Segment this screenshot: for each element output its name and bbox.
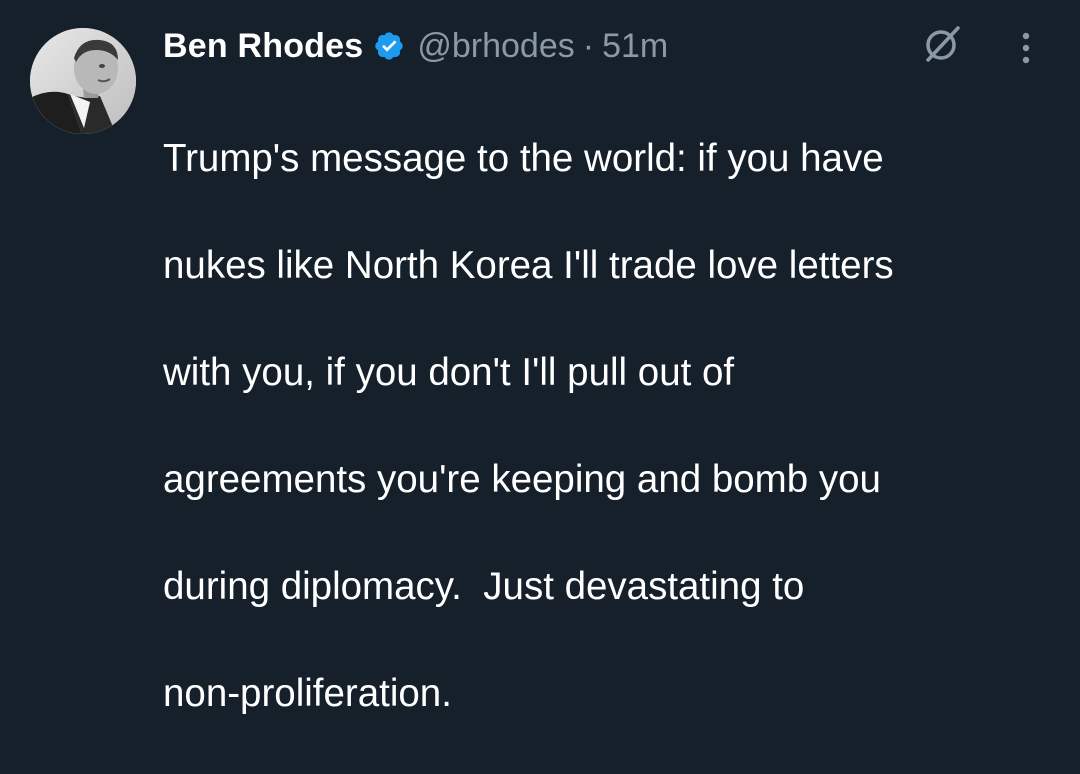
more-options-icon[interactable] xyxy=(1008,28,1044,68)
tweet-text-line: Trump's message to the world: if you hav… xyxy=(163,136,884,180)
avatar-image xyxy=(30,28,136,134)
tweet[interactable]: Ben Rhodes @brhodes · 51m Trump's messag… xyxy=(0,0,1080,715)
tweet-text-line: non-proliferation. xyxy=(163,671,452,715)
tweet-text: Trump's message to the world: if you hav… xyxy=(163,78,1043,774)
author-name[interactable]: Ben Rhodes xyxy=(163,27,363,66)
timestamp[interactable]: 51m xyxy=(602,27,668,66)
separator-dot: · xyxy=(582,26,595,65)
author-handle[interactable]: @brhodes xyxy=(417,27,574,66)
tweet-text-line: nukes like North Korea I'll trade love l… xyxy=(163,243,894,287)
grok-icon[interactable] xyxy=(920,22,964,66)
tweet-text-line: with you, if you don't I'll pull out of xyxy=(163,350,735,394)
tweet-text-line: during diplomacy. Just devastating to xyxy=(163,564,805,608)
verified-badge-icon xyxy=(373,30,405,62)
avatar[interactable] xyxy=(30,28,136,134)
tweet-header: Ben Rhodes @brhodes · 51m xyxy=(163,20,668,72)
tweet-text-line: agreements you're keeping and bomb you xyxy=(163,457,881,501)
